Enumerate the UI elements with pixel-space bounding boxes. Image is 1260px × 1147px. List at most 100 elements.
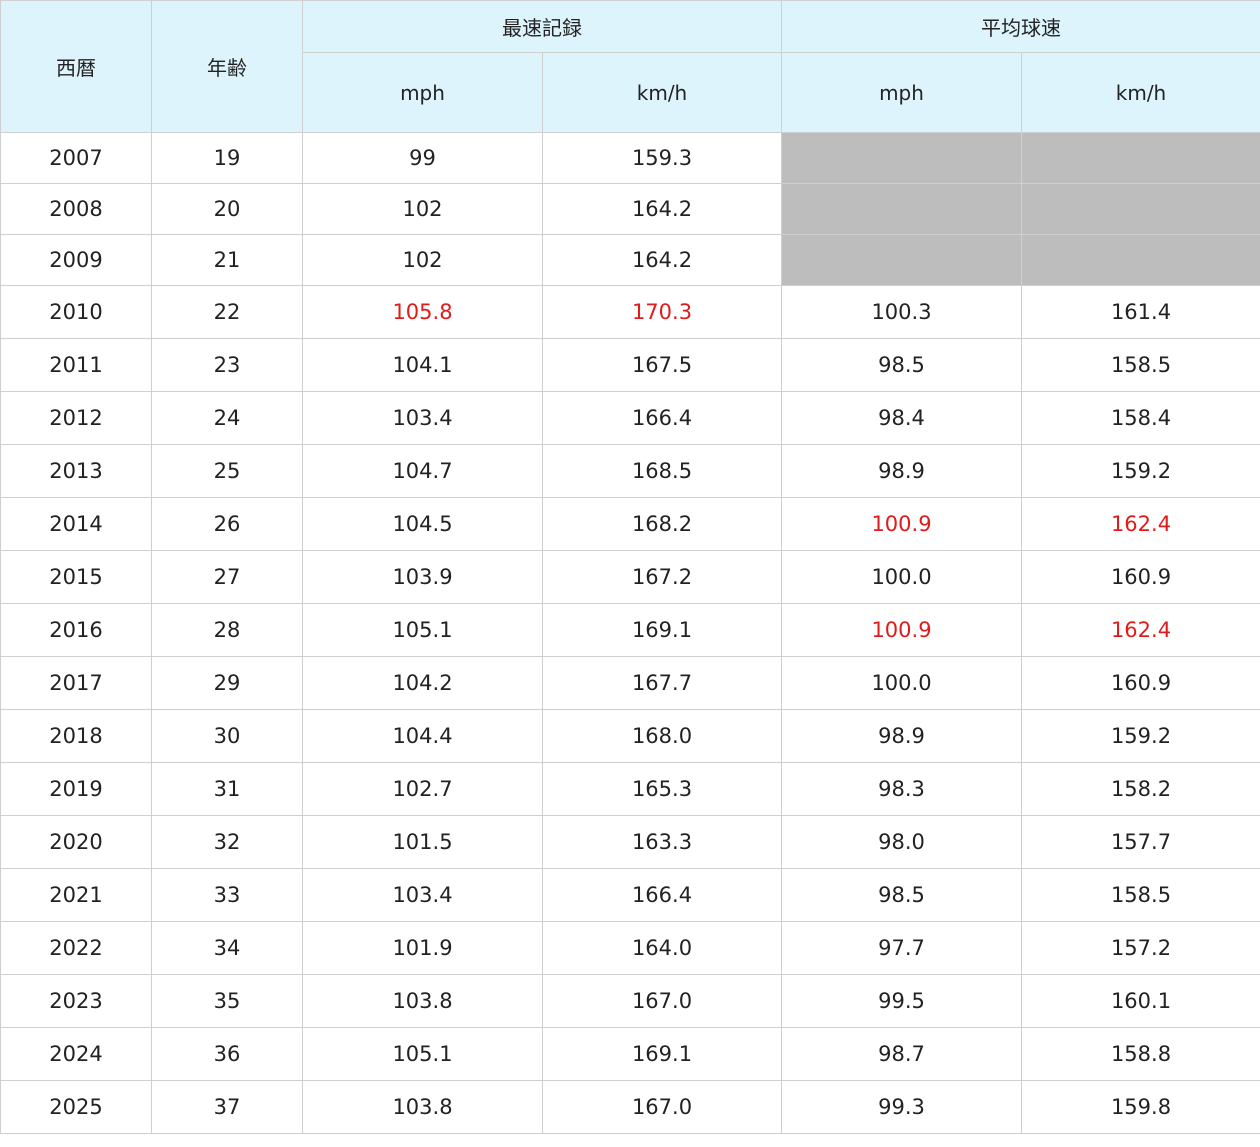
max-kmh-cell: 167.0 — [542, 974, 782, 1028]
age-cell: 30 — [151, 709, 303, 763]
max-kmh-cell: 166.4 — [542, 391, 782, 445]
table-header: 西暦 年齢 最速記録 平均球速 mph km/h mph km/h — [0, 0, 1260, 133]
table-row: 2021 33 103.4 166.4 98.5 158.5 — [0, 868, 1260, 922]
table-row: 2023 35 103.8 167.0 99.5 160.1 — [0, 974, 1260, 1028]
age-cell: 36 — [151, 1027, 303, 1081]
avg-mph-cell: 98.0 — [781, 815, 1022, 869]
max-mph-cell: 105.1 — [302, 1027, 543, 1081]
avg-mph-cell: 98.7 — [781, 1027, 1022, 1081]
avg-kmh-cell-record: 162.4 — [1021, 497, 1260, 551]
avg-kmh-cell-record: 162.4 — [1021, 603, 1260, 657]
avg-mph-cell-record: 100.9 — [781, 603, 1022, 657]
year-cell: 2025 — [0, 1080, 152, 1134]
avg-mph-cell: 97.7 — [781, 921, 1022, 975]
max-kmh-cell: 168.2 — [542, 497, 782, 551]
avg-kmh-cell: 157.7 — [1021, 815, 1260, 869]
age-cell: 20 — [151, 183, 303, 235]
max-mph-cell: 103.9 — [302, 550, 543, 604]
max-kmh-cell: 163.3 — [542, 815, 782, 869]
avg-mph-cell: 99.5 — [781, 974, 1022, 1028]
table-row: 2009 21 102 164.2 — [0, 234, 1260, 286]
age-cell: 33 — [151, 868, 303, 922]
avg-mph-cell: 98.5 — [781, 868, 1022, 922]
age-cell: 34 — [151, 921, 303, 975]
max-kmh-cell: 168.0 — [542, 709, 782, 763]
year-cell: 2018 — [0, 709, 152, 763]
year-cell: 2021 — [0, 868, 152, 922]
avg-mph-no-data-cell — [781, 234, 1022, 286]
max-kmh-cell: 164.0 — [542, 921, 782, 975]
avg-kmh-cell: 158.4 — [1021, 391, 1260, 445]
table-row: 2025 37 103.8 167.0 99.3 159.8 — [0, 1080, 1260, 1134]
avg-mph-cell: 98.4 — [781, 391, 1022, 445]
max-mph-cell: 102 — [302, 183, 543, 235]
avg-kmh-no-data-cell — [1021, 234, 1260, 286]
avg-kmh-cell: 158.5 — [1021, 868, 1260, 922]
year-cell: 2008 — [0, 183, 152, 235]
table-row: 2018 30 104.4 168.0 98.9 159.2 — [0, 709, 1260, 763]
max-mph-cell-record: 105.8 — [302, 285, 543, 339]
avg-mph-cell: 100.0 — [781, 550, 1022, 604]
table-row: 2019 31 102.7 165.3 98.3 158.2 — [0, 762, 1260, 816]
age-cell: 28 — [151, 603, 303, 657]
table-row: 2012 24 103.4 166.4 98.4 158.4 — [0, 391, 1260, 445]
max-mph-cell: 104.5 — [302, 497, 543, 551]
avg-mph-cell-record: 100.9 — [781, 497, 1022, 551]
avg-mph-cell: 98.9 — [781, 709, 1022, 763]
age-cell: 29 — [151, 656, 303, 710]
year-cell: 2019 — [0, 762, 152, 816]
age-cell: 25 — [151, 444, 303, 498]
avg-kmh-cell: 159.2 — [1021, 444, 1260, 498]
age-cell: 24 — [151, 391, 303, 445]
year-cell: 2010 — [0, 285, 152, 339]
max-kmh-cell: 168.5 — [542, 444, 782, 498]
avg-kmh-cell: 160.1 — [1021, 974, 1260, 1028]
avg-kmh-no-data-cell — [1021, 183, 1260, 235]
age-cell: 19 — [151, 132, 303, 184]
max-mph-cell: 102.7 — [302, 762, 543, 816]
avg-kmh-cell: 160.9 — [1021, 550, 1260, 604]
age-cell: 23 — [151, 338, 303, 392]
max-mph-cell: 103.8 — [302, 974, 543, 1028]
year-cell: 2013 — [0, 444, 152, 498]
max-mph-cell: 104.2 — [302, 656, 543, 710]
year-cell: 2015 — [0, 550, 152, 604]
max-mph-cell: 104.4 — [302, 709, 543, 763]
avg-kmh-header: km/h — [1021, 52, 1260, 133]
table-row: 2024 36 105.1 169.1 98.7 158.8 — [0, 1027, 1260, 1081]
year-cell: 2024 — [0, 1027, 152, 1081]
table-row: 2015 27 103.9 167.2 100.0 160.9 — [0, 550, 1260, 604]
max-kmh-cell-record: 170.3 — [542, 285, 782, 339]
table-body: 2007 19 99 159.3 2008 20 102 164.2 2009 … — [0, 132, 1260, 1134]
max-kmh-cell: 169.1 — [542, 1027, 782, 1081]
year-cell: 2014 — [0, 497, 152, 551]
max-kmh-cell: 159.3 — [542, 132, 782, 184]
age-cell: 37 — [151, 1080, 303, 1134]
table-row: 2013 25 104.7 168.5 98.9 159.2 — [0, 444, 1260, 498]
max-mph-cell: 101.9 — [302, 921, 543, 975]
year-cell: 2023 — [0, 974, 152, 1028]
avg-mph-header: mph — [781, 52, 1022, 133]
age-cell: 32 — [151, 815, 303, 869]
avg-mph-cell: 99.3 — [781, 1080, 1022, 1134]
table-row: 2008 20 102 164.2 — [0, 183, 1260, 235]
table-row: 2020 32 101.5 163.3 98.0 157.7 — [0, 815, 1260, 869]
age-header: 年齢 — [151, 0, 303, 133]
avg-kmh-cell: 161.4 — [1021, 285, 1260, 339]
avg-mph-no-data-cell — [781, 183, 1022, 235]
max-mph-header: mph — [302, 52, 543, 133]
max-kmh-cell: 164.2 — [542, 234, 782, 286]
avg-kmh-cell: 157.2 — [1021, 921, 1260, 975]
age-cell: 22 — [151, 285, 303, 339]
max-kmh-cell: 167.2 — [542, 550, 782, 604]
year-cell: 2009 — [0, 234, 152, 286]
max-kmh-cell: 167.7 — [542, 656, 782, 710]
header-row-top: 西暦 年齢 最速記録 平均球速 — [0, 0, 1260, 133]
max-kmh-cell: 166.4 — [542, 868, 782, 922]
age-cell: 21 — [151, 234, 303, 286]
avg-mph-cell: 98.3 — [781, 762, 1022, 816]
max-mph-cell: 103.4 — [302, 868, 543, 922]
max-mph-cell: 104.7 — [302, 444, 543, 498]
max-kmh-cell: 164.2 — [542, 183, 782, 235]
avg-kmh-cell: 159.8 — [1021, 1080, 1260, 1134]
